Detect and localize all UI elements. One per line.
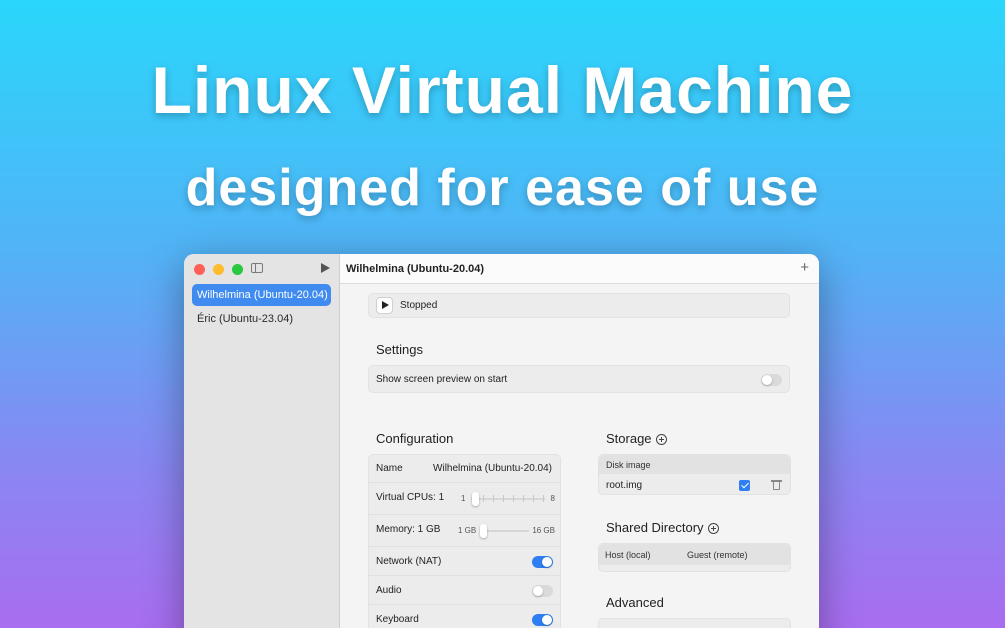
sidebar: Wilhelmina (Ubuntu-20.04) Éric (Ubuntu-2… [184, 254, 340, 628]
main-content: Wilhelmina (Ubuntu-20.04) + Stopped Sett… [340, 254, 819, 628]
vm-list: Wilhelmina (Ubuntu-20.04) Éric (Ubuntu-2… [192, 284, 331, 332]
status-bar: Stopped [368, 293, 790, 318]
shared-directory-title-label: Shared Directory [606, 520, 704, 535]
memory-slider[interactable]: 1 GB 16 GB [458, 524, 555, 538]
status-text: Stopped [400, 300, 438, 311]
divider [369, 575, 560, 576]
play-icon[interactable] [321, 263, 330, 273]
storage-table: Disk image root.img [598, 454, 791, 495]
start-vm-button[interactable] [376, 297, 393, 314]
memory-min-label: 1 GB [458, 526, 477, 535]
divider [369, 604, 560, 605]
cpus-min-label: 1 [461, 494, 466, 503]
keyboard-toggle[interactable] [532, 614, 553, 626]
divider [369, 514, 560, 515]
cpus-max-label: 8 [550, 494, 555, 503]
memory-label: Memory: 1 GB [376, 524, 441, 535]
configuration-title: Configuration [376, 431, 454, 446]
network-label: Network (NAT) [376, 556, 442, 567]
sidebar-item-wilhelmina[interactable]: Wilhelmina (Ubuntu-20.04) [192, 284, 331, 306]
keyboard-label: Keyboard [376, 614, 419, 625]
shared-directory-table-header: Host (local) Guest (remote) [599, 544, 790, 565]
disk-image-header: Disk image [606, 460, 651, 470]
shared-directory-title: Shared Directory [606, 520, 719, 535]
titlebar: Wilhelmina (Ubuntu-20.04) + [340, 254, 819, 284]
storage-table-header: Disk image [599, 455, 790, 474]
memory-slider-knob[interactable] [480, 524, 487, 538]
host-header: Host (local) [605, 550, 651, 560]
divider [369, 482, 560, 483]
settings-panel: Show screen preview on start [368, 365, 790, 393]
guest-header: Guest (remote) [687, 550, 748, 560]
app-window: Wilhelmina (Ubuntu-20.04) Éric (Ubuntu-2… [184, 254, 819, 628]
sidebar-toggle-icon[interactable] [251, 263, 263, 273]
storage-title: Storage [606, 431, 667, 446]
disk-enabled-checkbox[interactable] [739, 480, 750, 491]
network-toggle[interactable] [532, 556, 553, 568]
zoom-button[interactable] [232, 264, 243, 275]
audio-label: Audio [376, 585, 402, 596]
preview-label: Show screen preview on start [376, 374, 508, 385]
configuration-panel: Name Wilhelmina (Ubuntu-20.04) Virtual C… [368, 454, 561, 628]
cpus-label: Virtual CPUs: 1 [376, 492, 445, 503]
memory-slider-track [480, 530, 529, 532]
window-controls [194, 264, 243, 275]
cpu-slider-knob[interactable] [472, 492, 479, 506]
advanced-title: Advanced [606, 595, 664, 610]
minimize-button[interactable] [213, 264, 224, 275]
plus-icon[interactable]: + [800, 259, 809, 276]
hero-subtitle: designed for ease of use [185, 159, 820, 217]
trash-icon[interactable] [771, 480, 782, 490]
audio-toggle[interactable] [532, 585, 553, 597]
add-storage-icon[interactable] [655, 434, 667, 446]
sidebar-item-eric[interactable]: Éric (Ubuntu-23.04) [192, 308, 331, 330]
storage-title-label: Storage [606, 431, 652, 446]
name-value[interactable]: Wilhelmina (Ubuntu-20.04) [433, 463, 552, 474]
cpu-slider[interactable]: 1 8 [461, 492, 555, 506]
hero-title: Linux Virtual Machine [151, 53, 854, 127]
advanced-panel [598, 618, 791, 628]
settings-title: Settings [376, 342, 423, 357]
shared-directory-table: Host (local) Guest (remote) [598, 543, 791, 572]
window-title: Wilhelmina (Ubuntu-20.04) [346, 263, 485, 275]
memory-max-label: 16 GB [532, 526, 555, 535]
add-shared-directory-icon[interactable] [707, 523, 719, 535]
name-label: Name [376, 463, 403, 474]
preview-toggle[interactable] [761, 374, 782, 386]
close-button[interactable] [194, 264, 205, 275]
divider [369, 546, 560, 547]
disk-name: root.img [606, 480, 643, 491]
